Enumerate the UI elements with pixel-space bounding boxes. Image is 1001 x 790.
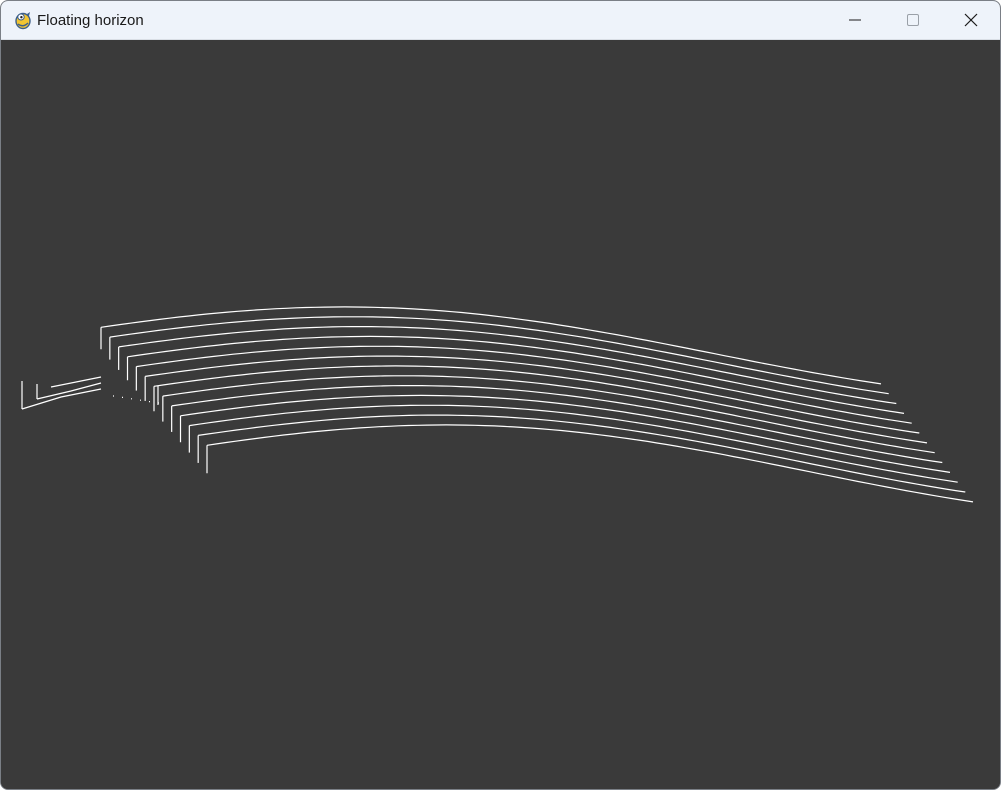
horizon-curve (206, 424, 974, 503)
close-button[interactable] (942, 1, 1000, 39)
floating-horizon-plot (21, 306, 974, 503)
pygame-snake-icon (15, 12, 31, 30)
title-bar[interactable]: Floating horizon (1, 1, 1000, 40)
minimize-button[interactable] (826, 1, 884, 39)
horizon-curve (21, 388, 102, 410)
close-icon (964, 13, 978, 27)
maximize-button[interactable] (884, 1, 942, 39)
minimize-icon (849, 19, 861, 21)
app-window: Floating horizon (0, 0, 1001, 790)
horizon-curve (189, 404, 958, 483)
maximize-icon (907, 14, 919, 26)
render-canvas[interactable] (1, 40, 1000, 789)
window-title: Floating horizon (37, 12, 144, 29)
